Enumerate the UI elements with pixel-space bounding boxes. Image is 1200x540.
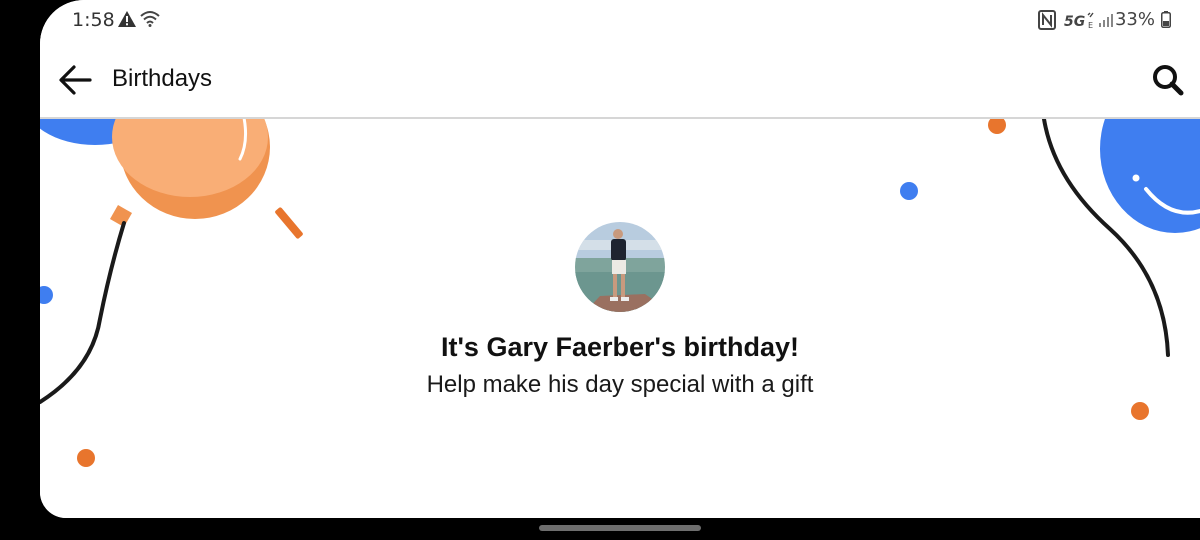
status-bar: 1:58 5G E 33% <box>40 0 1200 40</box>
balloon-decoration <box>40 119 1200 467</box>
profile-photo <box>575 222 665 312</box>
arrow-left-icon <box>59 65 92 95</box>
signal-icon <box>1098 12 1114 33</box>
back-button[interactable] <box>54 58 98 102</box>
confetti-dot <box>1131 402 1149 420</box>
nfc-icon <box>1038 10 1056 35</box>
status-time: 1:58 <box>72 9 115 31</box>
confetti-dot <box>988 119 1006 134</box>
battery-percent: 33% <box>1114 9 1155 30</box>
blue-balloon-right <box>1042 119 1200 357</box>
confetti-stick <box>275 207 303 239</box>
svg-text:E: E <box>1088 21 1093 29</box>
search-button[interactable] <box>1146 58 1190 102</box>
battery-icon <box>1161 11 1171 33</box>
birthday-content: It's Gary Faerber's birthday! Help make … <box>40 119 1200 518</box>
network-5g-icon: 5G E <box>1064 11 1098 34</box>
confetti-dot <box>900 182 918 200</box>
page-title: Birthdays <box>112 65 213 92</box>
confetti-dot <box>40 286 53 304</box>
network-label: 5G <box>1064 14 1085 29</box>
warning-icon <box>118 11 136 32</box>
gesture-nav-handle[interactable] <box>539 525 701 531</box>
app-bar: Birthdays <box>40 40 1200 119</box>
screen: 1:58 5G E 33% Birthdays It's Gary Faerbe… <box>40 0 1200 518</box>
avatar[interactable] <box>575 222 665 312</box>
phone-frame: 1:58 5G E 33% Birthdays It's Gary Faerbe… <box>0 0 1200 540</box>
confetti-dot <box>77 449 95 467</box>
birthday-title: It's Gary Faerber's birthday! <box>441 332 799 362</box>
search-icon <box>1153 65 1184 96</box>
birthday-subtitle: Help make his day special with a gift <box>426 371 814 398</box>
wifi-icon <box>140 10 160 32</box>
